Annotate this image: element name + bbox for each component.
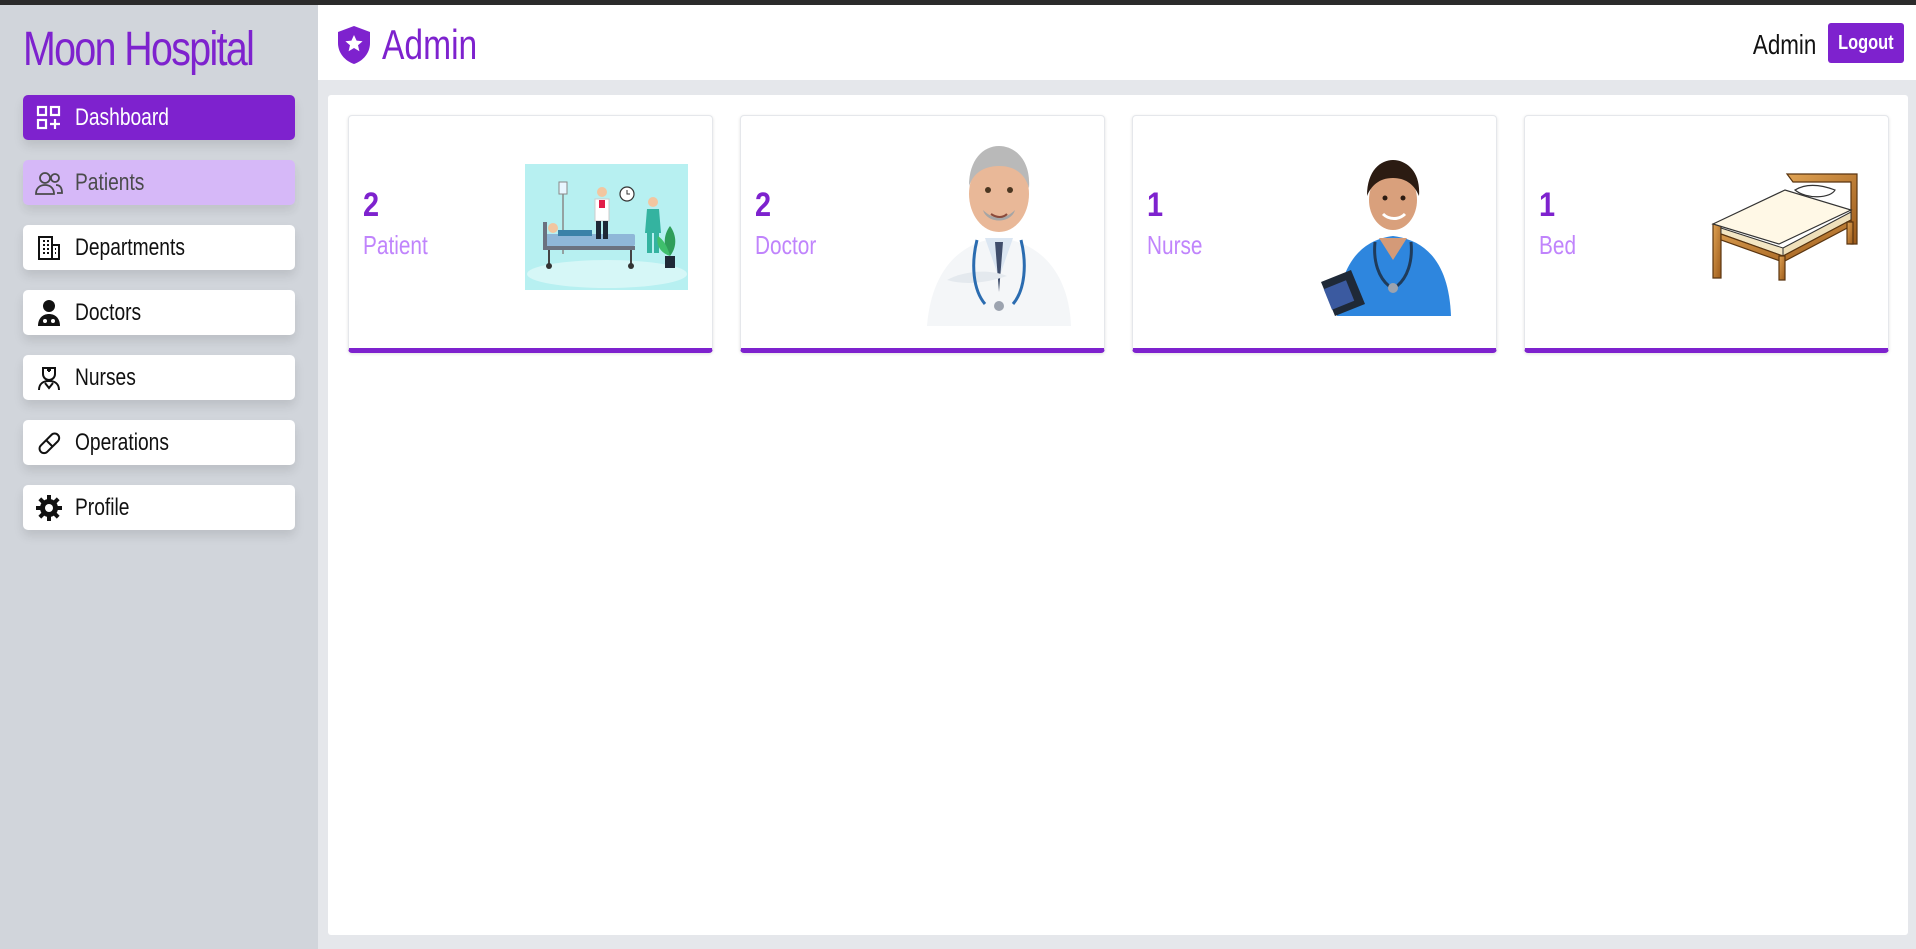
doctor-photo [927, 146, 1071, 326]
stat-card-bed[interactable]: 1 Bed [1524, 115, 1889, 353]
sidebar-item-operations[interactable]: Operations [23, 420, 295, 465]
stat-count: 2 [755, 186, 772, 224]
patients-icon [35, 169, 63, 197]
stat-count: 1 [1539, 186, 1556, 224]
stats-cards: 2 Patient 2 Doctor 1 Nurse 1 Bed [348, 115, 1889, 353]
logout-button-label: Logout [1838, 31, 1894, 54]
sidebar-item-label: Operations [75, 428, 169, 456]
stat-count: 1 [1147, 186, 1164, 224]
nurse-icon [35, 364, 63, 392]
sidebar-item-label: Nurses [75, 363, 136, 391]
gear-icon [35, 494, 63, 522]
sidebar-item-label: Departments [75, 233, 185, 261]
building-icon [35, 234, 63, 262]
app-brand: Moon Hospital [23, 23, 255, 76]
stat-card-nurse[interactable]: 1 Nurse [1132, 115, 1497, 353]
sidebar-item-label: Doctors [75, 298, 142, 326]
bandage-icon [35, 429, 63, 457]
stat-label: Doctor [755, 230, 817, 260]
logout-button[interactable]: Logout [1828, 23, 1904, 63]
page-title-text: Admin [382, 21, 478, 68]
dashboard-panel: 2 Patient 2 Doctor 1 Nurse 1 Bed [328, 95, 1908, 935]
sidebar-item-nurses[interactable]: Nurses [23, 355, 295, 400]
doctor-icon [35, 299, 63, 327]
page-title: Admin [336, 21, 501, 69]
sidebar-item-patients[interactable]: Patients [23, 160, 295, 205]
dashboard-icon [35, 104, 63, 132]
nurse-photo [1321, 160, 1451, 316]
bed-illustration [1711, 173, 1858, 281]
stat-label: Nurse [1147, 230, 1203, 260]
sidebar-nav: Dashboard Patients Departments Doctors N… [23, 95, 295, 530]
stat-label: Bed [1539, 230, 1577, 260]
sidebar-item-label: Dashboard [75, 103, 169, 131]
hospital-ward-illustration [525, 164, 688, 290]
stat-card-patient[interactable]: 2 Patient [348, 115, 713, 353]
sidebar: Moon Hospital Dashboard Patients Departm… [0, 5, 318, 949]
top-header: Admin Admin Logout [318, 5, 1916, 80]
sidebar-item-label: Profile [75, 493, 130, 521]
stat-count: 2 [363, 186, 380, 224]
shield-star-icon [338, 26, 370, 64]
stat-card-doctor[interactable]: 2 Doctor [740, 115, 1105, 353]
sidebar-item-profile[interactable]: Profile [23, 485, 295, 530]
sidebar-item-dashboard[interactable]: Dashboard [23, 95, 295, 140]
sidebar-item-doctors[interactable]: Doctors [23, 290, 295, 335]
current-user-name: Admin [1752, 29, 1817, 60]
stat-label: Patient [363, 230, 428, 260]
sidebar-item-label: Patients [75, 168, 145, 196]
sidebar-item-departments[interactable]: Departments [23, 225, 295, 270]
